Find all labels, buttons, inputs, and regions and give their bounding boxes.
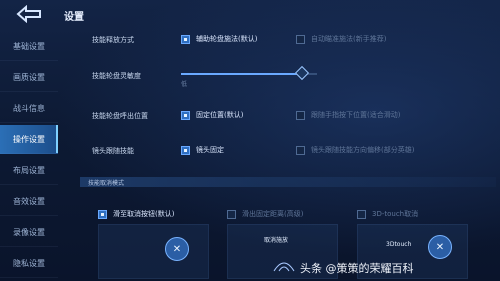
slider-min-label: 低	[181, 81, 188, 88]
option-label: 滑至取消按钮(默认)	[113, 210, 175, 218]
slider-knob[interactable]	[294, 65, 310, 81]
sidebar-item-recording[interactable]: 录像设置	[0, 218, 58, 247]
release-mode-option-1[interactable]: 辅助轮盘施法(默认)	[181, 34, 257, 44]
checkbox-unchecked[interactable]	[296, 34, 305, 44]
checkbox-unchecked[interactable]	[296, 145, 305, 155]
checkbox-unchecked[interactable]	[227, 209, 236, 219]
sidebar-item-label: 操作设置	[13, 134, 45, 144]
checkbox-unchecked[interactable]	[357, 209, 366, 219]
cancel-mode-option-2[interactable]: 滑出固定距离(高级)	[227, 209, 303, 219]
sidebar-item-label: 基础设置	[13, 41, 45, 51]
settings-panel: 技能释放方式 辅助轮盘施法(默认) 自动瞄准施法(新手推荐) 技能轮盘灵敏度 低…	[64, 28, 500, 281]
sidebar-item-label: 画质设置	[13, 72, 45, 82]
close-icon: ✕	[165, 237, 189, 261]
section-title: 技能取消模式	[88, 180, 125, 187]
sidebar-item-layout[interactable]: 布局设置	[0, 156, 58, 185]
sidebar-item-label: 录像设置	[13, 227, 45, 237]
wheel-position-option-2[interactable]: 跟随手指按下位置(适合滑动)	[296, 110, 400, 120]
sidebar-item-label: 音效设置	[13, 196, 45, 206]
cancel-mode-option-1[interactable]: 滑至取消按钮(默认)	[98, 209, 174, 219]
sidebar-item-privacy[interactable]: 隐私设置	[0, 249, 58, 278]
slider-fill	[181, 73, 303, 75]
page-title: 设置	[64, 12, 84, 23]
section-header-bar	[80, 177, 496, 187]
option-label: 镜头固定	[196, 146, 224, 154]
sidebar-item-label: 战斗信息	[13, 103, 45, 113]
option-label: 辅助轮盘施法(默认)	[196, 35, 258, 43]
sidebar-item-basic[interactable]: 基础设置	[0, 32, 58, 61]
camera-follow-option-2[interactable]: 镜头跟随技能方向偏移(部分英雄)	[296, 145, 414, 155]
watermark-text: 头条 @策策的荣耀百科	[300, 262, 414, 275]
option-label: 自动瞄准施法(新手推荐)	[311, 35, 387, 43]
sensitivity-slider[interactable]	[181, 65, 317, 81]
camera-follow-label: 镜头跟随技能	[92, 147, 134, 155]
release-mode-option-2[interactable]: 自动瞄准施法(新手推荐)	[296, 34, 386, 44]
top-bar: 设置	[0, 0, 500, 28]
option-label: 3D-touch取消	[372, 210, 419, 218]
sidebar: 基础设置 画质设置 战斗信息 操作设置 布局设置 音效设置 录像设置 隐私设置	[0, 30, 58, 281]
option-label: 固定位置(默认)	[196, 111, 244, 119]
sidebar-item-graphics[interactable]: 画质设置	[0, 63, 58, 92]
preview-cancel-button: ✕	[98, 224, 209, 279]
preview-label: 取消施放	[264, 237, 289, 244]
preview-label: 3Dtouch	[386, 241, 412, 248]
sidebar-item-controls[interactable]: 操作设置	[0, 125, 58, 154]
swipe-arc-icon	[273, 262, 295, 272]
checkbox-unchecked[interactable]	[296, 110, 305, 120]
sidebar-item-label: 隐私设置	[13, 258, 45, 268]
wheel-position-label: 技能轮盘呼出位置	[92, 112, 148, 120]
checkbox-checked[interactable]	[181, 110, 190, 120]
camera-follow-option-1[interactable]: 镜头固定	[181, 145, 224, 155]
cancel-mode-option-3[interactable]: 3D-touch取消	[357, 209, 418, 219]
back-arrow-icon[interactable]	[14, 5, 44, 23]
option-label: 镜头跟随技能方向偏移(部分英雄)	[311, 146, 415, 154]
checkbox-checked[interactable]	[98, 209, 107, 219]
sidebar-item-battle-info[interactable]: 战斗信息	[0, 94, 58, 123]
option-label: 滑出固定距离(高级)	[242, 210, 304, 218]
checkbox-checked[interactable]	[181, 145, 190, 155]
release-mode-label: 技能释放方式	[92, 36, 134, 44]
sidebar-item-label: 布局设置	[13, 165, 45, 175]
wheel-position-option-1[interactable]: 固定位置(默认)	[181, 110, 243, 120]
option-label: 跟随手指按下位置(适合滑动)	[311, 111, 401, 119]
sidebar-item-sound[interactable]: 音效设置	[0, 187, 58, 216]
checkbox-checked[interactable]	[181, 34, 190, 44]
close-icon: ✕	[428, 235, 452, 259]
sensitivity-label: 技能轮盘灵敏度	[92, 72, 141, 80]
